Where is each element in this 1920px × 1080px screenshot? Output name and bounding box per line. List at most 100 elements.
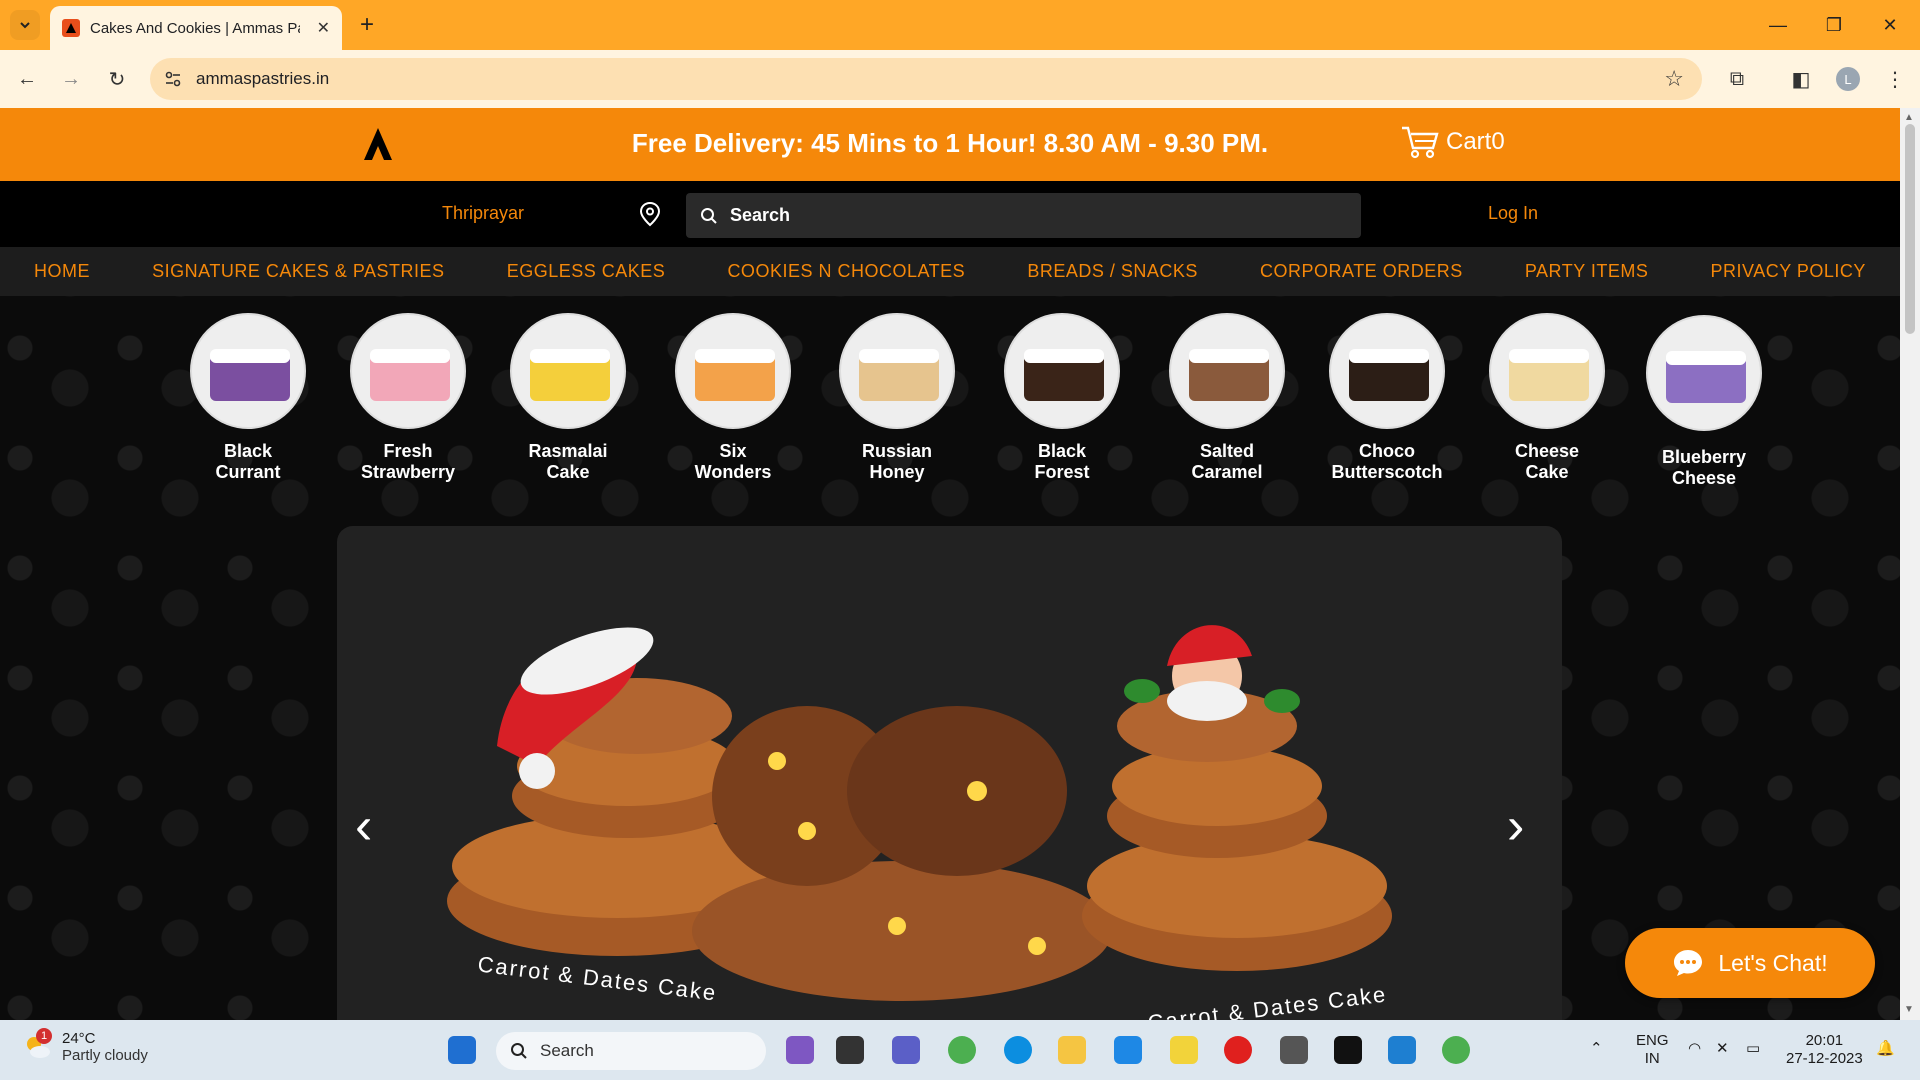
category-image <box>350 313 466 429</box>
reload-icon[interactable]: ↻ <box>102 64 132 94</box>
menu-item-corporate-orders[interactable]: CORPORATE ORDERS <box>1260 261 1463 282</box>
battery-icon[interactable]: ▭ <box>1746 1040 1760 1058</box>
category-item-black-currant[interactable]: Black Currant <box>168 313 328 483</box>
site-favicon-icon <box>62 19 80 37</box>
cart-button[interactable]: Cart0 <box>1400 124 1505 160</box>
scrollbar-thumb[interactable] <box>1905 124 1915 334</box>
search-icon <box>701 207 717 224</box>
bookmark-star-icon[interactable]: ☆ <box>1664 66 1684 92</box>
menu-item-cookies-chocolates[interactable]: COOKIES N CHOCOLATES <box>727 261 965 282</box>
category-label: Blueberry <box>1661 447 1747 467</box>
windows-start-icon[interactable] <box>448 1036 476 1064</box>
clock[interactable]: 20:01 27-12-2023 <box>1786 1032 1863 1068</box>
clock-time: 20:01 <box>1805 1032 1844 1049</box>
menu-item-signature-cakes[interactable]: SIGNATURE CAKES & PASTRIES <box>152 261 444 282</box>
language-code: ENG <box>1636 1032 1669 1049</box>
category-item-fresh-strawberry[interactable]: Fresh Strawberry <box>328 313 488 483</box>
extensions-icon[interactable]: ⧉ <box>1722 64 1752 94</box>
weather-temperature: 24°C <box>62 1030 96 1047</box>
terminal-icon[interactable] <box>1334 1036 1362 1064</box>
copilot-icon[interactable] <box>786 1036 814 1064</box>
menu-kebab-icon[interactable]: ⋮ <box>1880 64 1910 94</box>
category-label: Caramel <box>1191 462 1263 482</box>
search-placeholder: Search <box>730 205 791 225</box>
forward-arrow-icon[interactable]: → <box>56 64 86 94</box>
file-explorer-icon[interactable] <box>1058 1036 1086 1064</box>
category-item-russian-honey[interactable]: Russian Honey <box>817 313 977 483</box>
scroll-down-arrow-icon[interactable]: ▼ <box>1904 1004 1914 1015</box>
category-item-six-wonders[interactable]: Six Wonders <box>653 313 813 483</box>
chevron-down-icon <box>20 22 30 29</box>
category-label: Honey <box>869 462 925 482</box>
restore-button[interactable]: ❐ <box>1806 0 1862 50</box>
tray-overflow-chevron-icon[interactable]: ⌃ <box>1590 1040 1603 1058</box>
menu-item-party-items[interactable]: PARTY ITEMS <box>1525 261 1649 282</box>
category-item-salted-caramel[interactable]: Salted Caramel <box>1147 313 1307 483</box>
side-panel-icon[interactable]: ◧ <box>1786 64 1816 94</box>
region-code: IN <box>1644 1050 1660 1067</box>
category-label: Butterscotch <box>1331 462 1443 482</box>
vscode-icon[interactable] <box>1388 1036 1416 1064</box>
mail-icon[interactable] <box>1114 1036 1142 1064</box>
new-tab-button[interactable]: + <box>352 10 382 40</box>
cart-label: Cart0 <box>1446 128 1505 155</box>
category-item-choco-butterscotch[interactable]: Choco Butterscotch <box>1307 313 1467 483</box>
category-item-black-forest[interactable]: Black Forest <box>982 313 1142 483</box>
browser-tab-active[interactable]: Cakes And Cookies | Ammas Pa ✕ <box>50 6 342 50</box>
weather-widget[interactable]: 1 24°C Partly cloudy <box>22 1028 148 1064</box>
category-image <box>1169 313 1285 429</box>
scroll-up-arrow-icon[interactable]: ▲ <box>1904 112 1914 123</box>
category-item-rasmalai-cake[interactable]: Rasmalai Cake <box>488 313 648 483</box>
edge-icon[interactable] <box>1004 1036 1032 1064</box>
opera-icon[interactable] <box>1224 1036 1252 1064</box>
calculator-icon[interactable] <box>1280 1036 1308 1064</box>
chrome-icon[interactable] <box>948 1036 976 1064</box>
category-label: Salted <box>1199 441 1255 461</box>
menu-item-eggless-cakes[interactable]: EGGLESS CAKES <box>507 261 666 282</box>
menu-item-home[interactable]: HOME <box>34 261 90 282</box>
chrome-profile-icon[interactable] <box>1442 1036 1470 1064</box>
category-image <box>839 313 955 429</box>
category-image <box>675 313 791 429</box>
close-tab-icon[interactable]: ✕ <box>317 18 330 38</box>
sticky-notes-icon[interactable] <box>1170 1036 1198 1064</box>
category-carousel: Black Currant Fresh Strawberry Rasmalai Cak… <box>0 313 1900 493</box>
profile-avatar[interactable]: L <box>1836 67 1860 91</box>
weather-badge: 1 <box>36 1028 52 1044</box>
category-label: Black <box>223 441 273 461</box>
task-view-icon[interactable] <box>836 1036 864 1064</box>
minimize-button[interactable]: — <box>1750 0 1806 50</box>
category-item-cheese-cake[interactable]: Cheese Cake <box>1467 313 1627 483</box>
product-search-input[interactable]: Search <box>686 193 1361 238</box>
location-selector[interactable]: Thriprayar <box>442 203 524 224</box>
back-arrow-icon[interactable]: ← <box>12 64 42 94</box>
banner-prev-arrow-icon[interactable]: ‹ <box>355 796 372 856</box>
taskbar-search-box[interactable]: Search <box>496 1032 766 1070</box>
search-row: Thriprayar Search Log In <box>0 181 1900 247</box>
location-pin-icon[interactable] <box>638 201 662 227</box>
lets-chat-button[interactable]: Let's Chat! <box>1625 928 1875 998</box>
chat-bubble-icon <box>1674 950 1703 976</box>
category-image <box>1489 313 1605 429</box>
category-label: Cake <box>546 462 590 482</box>
speaker-muted-icon[interactable]: ✕ <box>1716 1040 1729 1058</box>
banner-next-arrow-icon[interactable]: › <box>1507 796 1524 856</box>
login-link[interactable]: Log In <box>1488 203 1538 224</box>
notification-bell-icon[interactable]: 🔔 <box>1876 1040 1895 1058</box>
menu-item-breads-snacks[interactable]: BREADS / SNACKS <box>1027 261 1198 282</box>
close-window-button[interactable]: ✕ <box>1862 0 1918 50</box>
tab-search-button[interactable] <box>10 10 40 40</box>
address-bar[interactable]: ammaspastries.in ☆ <box>150 58 1702 100</box>
browser-tab-strip: Cakes And Cookies | Ammas Pa ✕ + — ❐ ✕ <box>0 0 1920 50</box>
category-item-blueberry-cheese[interactable]: Blueberry Cheese <box>1624 315 1784 489</box>
menu-item-privacy-policy[interactable]: PRIVACY POLICY <box>1711 261 1866 282</box>
promo-header: Free Delivery: 45 Mins to 1 Hour! 8.30 A… <box>0 108 1900 181</box>
language-indicator[interactable]: ENG IN <box>1636 1032 1669 1068</box>
category-label: Forest <box>1034 462 1090 482</box>
category-label: Cheese <box>1514 441 1580 461</box>
teams-meet-icon[interactable] <box>892 1036 920 1064</box>
wifi-icon[interactable]: ◠ <box>1688 1040 1701 1058</box>
site-info-icon[interactable] <box>164 70 182 88</box>
web-page: Free Delivery: 45 Mins to 1 Hour! 8.30 A… <box>0 108 1900 1020</box>
banner-image-carrot-dates-cakes <box>447 625 1392 1001</box>
